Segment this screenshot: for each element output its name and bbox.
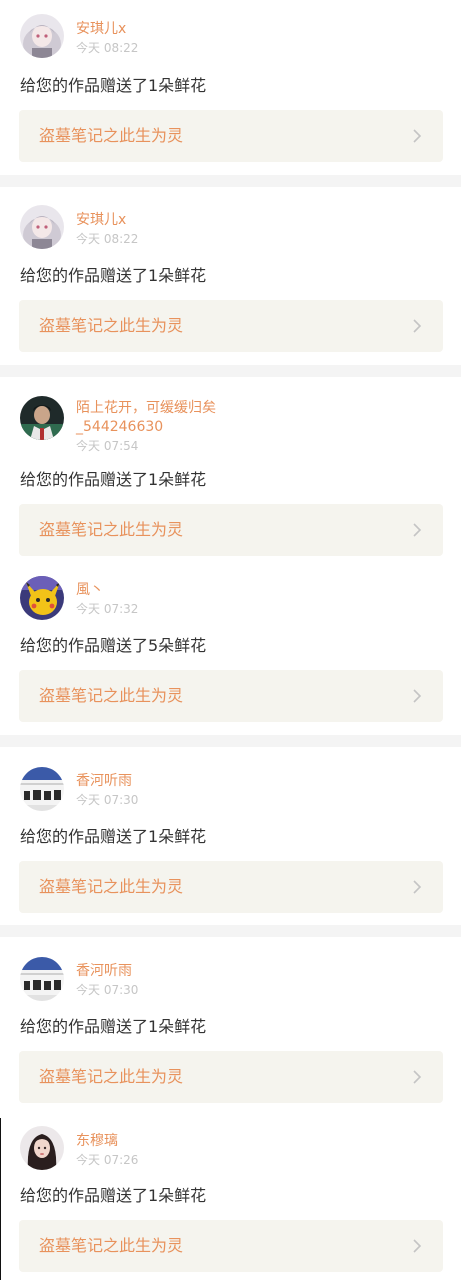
dark-hair-girl-avatar-icon[interactable] xyxy=(20,1126,64,1170)
username[interactable]: 香河听雨 xyxy=(76,772,132,790)
timestamp: 今天 07:26 xyxy=(76,1153,139,1167)
username[interactable]: 香河听雨 xyxy=(76,962,132,980)
work-title: 盗墓笔记之此生为灵 xyxy=(39,1067,184,1086)
separator xyxy=(0,365,461,377)
timestamp: 今天 07:32 xyxy=(76,602,139,616)
chevron-right-icon xyxy=(409,522,425,538)
person-photo-avatar-icon[interactable] xyxy=(20,396,64,440)
notification-card: 安琪儿x 今天 08:22 给您的作品赠送了1朵鲜花 盗墓笔记之此生为灵 xyxy=(0,0,461,175)
timestamp: 今天 07:30 xyxy=(76,793,139,807)
chevron-right-icon xyxy=(409,1069,425,1085)
anime-girl-avatar-icon[interactable] xyxy=(20,205,64,249)
work-title: 盗墓笔记之此生为灵 xyxy=(39,126,184,145)
work-title: 盗墓笔记之此生为灵 xyxy=(39,316,184,335)
gift-message: 给您的作品赠送了1朵鲜花 xyxy=(20,76,207,95)
gift-message: 给您的作品赠送了1朵鲜花 xyxy=(20,470,207,489)
gift-message: 给您的作品赠送了1朵鲜花 xyxy=(20,1186,207,1205)
work-link-card[interactable]: 盗墓笔记之此生为灵 xyxy=(19,861,443,913)
anime-girl-avatar-icon[interactable] xyxy=(20,14,64,58)
timestamp: 今天 07:30 xyxy=(76,983,139,997)
username[interactable]: 安琪儿x xyxy=(76,211,126,229)
striped-banner-avatar-icon[interactable] xyxy=(20,767,64,811)
notification-card: 香河听雨 今天 07:30 给您的作品赠送了1朵鲜花 盗墓笔记之此生为灵 xyxy=(0,747,461,925)
work-link-card[interactable]: 盗墓笔记之此生为灵 xyxy=(19,300,443,352)
separator xyxy=(0,925,461,937)
work-title: 盗墓笔记之此生为灵 xyxy=(39,877,184,896)
chevron-right-icon xyxy=(409,879,425,895)
chevron-right-icon xyxy=(409,318,425,334)
notification-card: 香河听雨 今天 07:30 给您的作品赠送了1朵鲜花 盗墓笔记之此生为灵 xyxy=(0,937,461,1118)
username[interactable]: 东穆璃 xyxy=(76,1132,118,1150)
username[interactable]: 安琪儿x xyxy=(76,20,126,38)
timestamp: 今天 07:54 xyxy=(76,439,139,453)
username[interactable]: 陌上花开，可缓缓归矣 xyxy=(76,399,216,417)
flower-gift-notification-list: 安琪儿x 今天 08:22 给您的作品赠送了1朵鲜花 盗墓笔记之此生为灵 安琪儿… xyxy=(0,0,461,1280)
timestamp: 今天 08:22 xyxy=(76,41,139,55)
pikachu-avatar-icon[interactable] xyxy=(20,576,64,620)
work-title: 盗墓笔记之此生为灵 xyxy=(39,686,184,705)
work-title: 盗墓笔记之此生为灵 xyxy=(39,520,184,539)
left-edge-line xyxy=(0,1118,1,1280)
work-link-card[interactable]: 盗墓笔记之此生为灵 xyxy=(19,670,443,722)
timestamp: 今天 08:22 xyxy=(76,232,139,246)
striped-banner-avatar-icon[interactable] xyxy=(20,957,64,1001)
chevron-right-icon xyxy=(409,128,425,144)
work-link-card[interactable]: 盗墓笔记之此生为灵 xyxy=(19,504,443,556)
work-link-card[interactable]: 盗墓笔记之此生为灵 xyxy=(19,1051,443,1103)
work-title: 盗墓笔记之此生为灵 xyxy=(39,1236,184,1255)
gift-message: 给您的作品赠送了1朵鲜花 xyxy=(20,1017,207,1036)
notification-card: 东穆璃 今天 07:26 给您的作品赠送了1朵鲜花 盗墓笔记之此生为灵 xyxy=(0,1118,461,1280)
work-link-card[interactable]: 盗墓笔记之此生为灵 xyxy=(19,110,443,162)
chevron-right-icon xyxy=(409,1238,425,1254)
gift-message: 给您的作品赠送了1朵鲜花 xyxy=(20,827,207,846)
chevron-right-icon xyxy=(409,688,425,704)
work-link-card[interactable]: 盗墓笔记之此生为灵 xyxy=(19,1220,443,1272)
gift-message: 给您的作品赠送了1朵鲜花 xyxy=(20,266,207,285)
notification-card: 陌上花开，可缓缓归矣 _544246630 今天 07:54 给您的作品赠送了1… xyxy=(0,377,461,735)
username-continued[interactable]: _544246630 xyxy=(76,418,163,436)
gift-message: 给您的作品赠送了5朵鲜花 xyxy=(20,636,207,655)
separator xyxy=(0,175,461,187)
username[interactable]: 風丶 xyxy=(76,581,104,599)
separator xyxy=(0,735,461,747)
notification-card: 安琪儿x 今天 08:22 给您的作品赠送了1朵鲜花 盗墓笔记之此生为灵 xyxy=(0,187,461,365)
